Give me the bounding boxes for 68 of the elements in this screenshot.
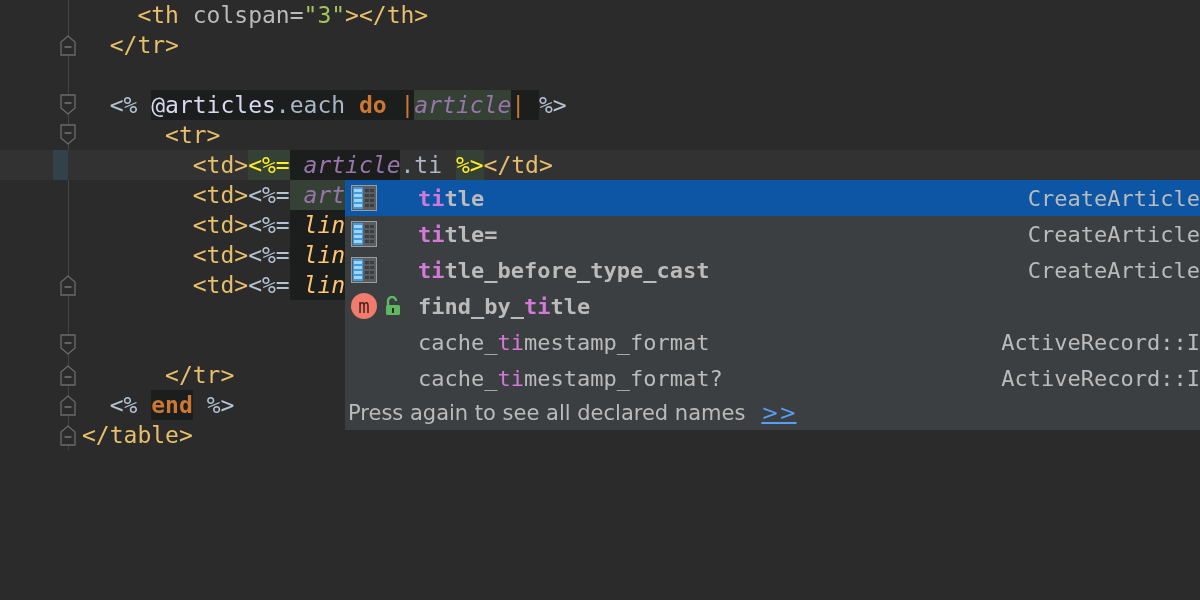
completion-item[interactable]: title CreateArticle bbox=[345, 180, 1200, 216]
table-icon bbox=[351, 221, 377, 247]
html-tag: </tr> bbox=[165, 360, 235, 390]
instance-variable: @articles bbox=[151, 90, 276, 120]
completion-type: CreateArticle bbox=[1027, 185, 1200, 211]
completion-item[interactable]: cache_timestamp_format ActiveRecord::I bbox=[345, 324, 1200, 360]
erb-delimiter: <%= bbox=[248, 241, 290, 270]
method-call: lin bbox=[289, 240, 346, 270]
html-tag: <th bbox=[137, 0, 179, 30]
html-tag: </tr> bbox=[109, 30, 179, 60]
method-call: .ti bbox=[400, 151, 444, 180]
html-tag: ></th> bbox=[345, 0, 429, 30]
fold-marker-icon[interactable] bbox=[60, 274, 76, 296]
fold-marker-icon[interactable] bbox=[60, 424, 76, 446]
fold-marker-icon[interactable] bbox=[60, 124, 76, 146]
completion-item[interactable]: title_before_type_cast CreateArticle bbox=[345, 252, 1200, 288]
html-tag: <td> bbox=[192, 150, 249, 180]
html-tag: <td> bbox=[192, 180, 249, 210]
html-tag: </table> bbox=[82, 420, 193, 450]
erb-delimiter: %> bbox=[539, 91, 567, 120]
keyword: end bbox=[151, 390, 193, 420]
method-call: lin bbox=[289, 210, 346, 240]
completion-name: cache_timestamp_format? bbox=[418, 365, 723, 391]
erb-delimiter: <%= bbox=[248, 150, 290, 180]
hint-text: Press again to see all declared names bbox=[348, 401, 746, 425]
erb-delimiter: <% bbox=[109, 391, 139, 420]
html-tag: <td> bbox=[192, 270, 249, 300]
html-tag: <tr> bbox=[165, 120, 221, 150]
completion-item[interactable]: title= CreateArticle bbox=[345, 216, 1200, 252]
method-call: lin bbox=[289, 270, 346, 300]
html-tag: <td> bbox=[192, 210, 249, 240]
fold-marker-icon[interactable] bbox=[60, 394, 76, 416]
fold-marker-icon[interactable] bbox=[60, 364, 76, 386]
table-icon bbox=[351, 257, 377, 283]
block-parameter: article bbox=[289, 150, 401, 180]
completion-item[interactable]: cache_timestamp_format? ActiveRecord::I bbox=[345, 360, 1200, 396]
block-pipe: | bbox=[511, 90, 539, 120]
completion-name: title= bbox=[418, 221, 498, 247]
fold-marker-icon[interactable] bbox=[60, 34, 76, 56]
erb-delimiter: %> bbox=[205, 391, 235, 420]
completion-type: ActiveRecord::I bbox=[1001, 365, 1200, 391]
erb-delimiter: %> bbox=[455, 150, 484, 180]
completion-type: CreateArticle bbox=[1027, 257, 1200, 283]
completion-name: find_by_title bbox=[418, 293, 591, 319]
attribute-name: colspan= bbox=[191, 1, 304, 30]
completion-item[interactable]: m find_by_title bbox=[345, 288, 1200, 324]
fold-marker-icon[interactable] bbox=[60, 334, 76, 356]
erb-delimiter: <%= bbox=[248, 211, 290, 240]
completion-type: ActiveRecord::I bbox=[1001, 329, 1200, 355]
erb-delimiter: <%= bbox=[248, 271, 290, 300]
keyword: do bbox=[358, 90, 401, 120]
html-tag: </td> bbox=[483, 150, 553, 180]
show-all-link[interactable]: >> bbox=[761, 401, 797, 425]
string-literal: "3" bbox=[303, 1, 346, 30]
completion-name: cache_timestamp_format bbox=[418, 329, 710, 355]
method-call: .each bbox=[275, 90, 359, 120]
fold-marker-icon[interactable] bbox=[60, 94, 76, 116]
method-icon: m bbox=[351, 293, 377, 319]
unlocked-padlock-icon bbox=[385, 296, 401, 316]
erb-delimiter: <%= bbox=[248, 181, 290, 210]
block-parameter: art bbox=[289, 180, 346, 210]
table-icon bbox=[351, 185, 377, 211]
completion-name: title bbox=[418, 185, 485, 211]
completion-type: CreateArticle bbox=[1027, 221, 1200, 247]
html-tag: <td> bbox=[192, 240, 249, 270]
erb-delimiter: <% bbox=[109, 91, 139, 120]
completion-name: title_before_type_cast bbox=[418, 257, 710, 283]
block-parameter: article bbox=[414, 90, 512, 120]
